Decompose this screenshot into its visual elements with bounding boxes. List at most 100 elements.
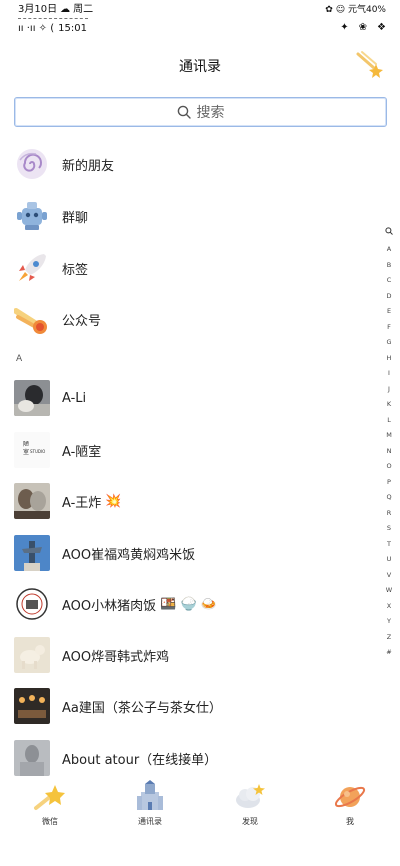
section-header: A (16, 354, 23, 364)
signal-star-icon: ✦ (340, 22, 349, 33)
search-bar[interactable]: 搜索 (14, 97, 387, 127)
tab-me[interactable]: 我 (320, 780, 380, 830)
index-letter[interactable]: F (387, 320, 391, 336)
battery-label: 元气40% (347, 5, 386, 15)
svg-text:陋: 陋 (23, 440, 29, 448)
index-letter[interactable]: H (387, 351, 392, 367)
status-divider (18, 18, 88, 19)
svg-text:STUDIO: STUDIO (30, 449, 45, 454)
sparkle-star-icon (34, 785, 65, 810)
index-letter[interactable]: Z (387, 630, 391, 646)
status-time: 15:01 (58, 23, 87, 34)
item-label: 新的朋友 (62, 158, 115, 174)
contact-name: AOO烨哥韩式炸鸡 (62, 649, 170, 665)
status-bar: 3月10日 ☁ 周二 ıı ·ıı ✧ ( 15:01 ✿ ☺ 元气40% ✦ … (0, 0, 400, 40)
index-letter[interactable]: W (386, 583, 392, 599)
index-letter[interactable]: X (387, 599, 391, 615)
index-letter[interactable]: U (387, 552, 392, 568)
contact-name: A-Li (62, 390, 87, 406)
index-letter[interactable]: P (387, 475, 391, 491)
contact-name: A-王炸 💥 (62, 493, 122, 511)
planet-icon (334, 786, 366, 808)
avatar (14, 483, 50, 519)
index-letter[interactable]: G (386, 335, 391, 351)
official-accounts-item[interactable]: 公众号 (0, 294, 375, 344)
index-letter[interactable]: R (387, 506, 392, 522)
contact-row[interactable]: 陋 室 STUDIO A-陋室 (0, 425, 375, 475)
index-letter[interactable]: Q (386, 490, 391, 506)
index-letter[interactable]: V (387, 568, 391, 584)
status-right: ✿ ☺ 元气40% ✦ ❀ ❖ (325, 3, 386, 35)
avatar (14, 380, 50, 416)
page-title: 通讯录 (179, 59, 221, 75)
contact-row[interactable]: AOO烨哥韩式炸鸡 (0, 630, 375, 680)
index-letter[interactable]: J (388, 382, 390, 398)
tab-wechat[interactable]: 微信 (20, 780, 80, 830)
new-friends-item[interactable]: 新的朋友 (0, 139, 375, 189)
tab-label: 我 (346, 817, 354, 826)
index-letter[interactable]: # (386, 645, 391, 661)
contact-row[interactable]: About atour（在线接单） (0, 733, 375, 783)
avatar (14, 740, 50, 776)
tab-bar: 微信 通讯录 发现 我 (0, 780, 400, 866)
status-left: 3月10日 ☁ 周二 ıı ·ıı ✧ ( 15:01 (18, 3, 93, 36)
avatar (14, 535, 50, 571)
comet-icon (14, 301, 50, 337)
avatar (14, 637, 50, 673)
index-search-icon[interactable] (385, 226, 393, 242)
index-letter[interactable]: E (387, 304, 391, 320)
contact-row[interactable]: A-王炸 💥 (0, 476, 375, 526)
robot-icon (14, 198, 50, 234)
rocket-icon (14, 250, 50, 286)
index-letter[interactable]: I (388, 366, 390, 382)
index-letter[interactable]: Y (387, 614, 391, 630)
tab-label: 通讯录 (138, 817, 162, 826)
index-letter[interactable]: N (387, 444, 392, 460)
contact-name: About atour（在线接单） (62, 752, 218, 768)
food-emoji-icons: 🍱 🍚 🍛 (160, 596, 217, 612)
smile-icon: ☺ (335, 5, 346, 15)
contact-row[interactable]: AOO崔福鸡黄焖鸡米饭 (0, 528, 375, 578)
contact-name: A-陋室 (62, 444, 102, 460)
search-icon (177, 105, 191, 119)
swirl-icon (14, 146, 50, 182)
tab-discover[interactable]: 发现 (220, 780, 280, 830)
index-letter[interactable]: O (386, 459, 391, 475)
cloud-star-icon (236, 784, 265, 808)
tab-contacts[interactable]: 通讯录 (120, 780, 180, 830)
contact-row[interactable]: Aa建国（茶公子与茶女仕） (0, 681, 375, 731)
shooting-star-icon[interactable] (354, 50, 384, 80)
contact-name: AOO崔福鸡黄焖鸡米饭 (62, 547, 196, 563)
avatar (14, 688, 50, 724)
explosion-icon: 💥 (105, 493, 122, 509)
group-chat-item[interactable]: 群聊 (0, 191, 375, 241)
tags-item[interactable]: 标签 (0, 243, 375, 293)
search-placeholder: 搜索 (196, 105, 225, 121)
contact-name: Aa建国（茶公子与茶女仕） (62, 700, 222, 716)
index-letter[interactable]: M (386, 428, 392, 444)
index-letter[interactable]: L (387, 413, 391, 429)
svg-text:室: 室 (23, 448, 29, 456)
alarm-icon: ❀ (358, 22, 368, 33)
settings-icon: ✿ (325, 5, 333, 15)
contact-name: AOO小林猪肉饭 🍱 🍚 🍛 (62, 596, 217, 614)
tab-label: 微信 (42, 817, 58, 826)
contact-row[interactable]: A-Li (0, 373, 375, 423)
alphabet-index[interactable]: A B C D E F G H I J K L M N O P Q R S T U V W X Y Z # (384, 226, 394, 661)
wifi-icon: ❖ (377, 22, 386, 33)
index-letter[interactable]: C (387, 273, 392, 289)
index-letter[interactable]: B (387, 258, 391, 274)
index-letter[interactable]: K (387, 397, 391, 413)
index-letter[interactable]: T (387, 537, 391, 553)
tab-label: 发现 (242, 817, 258, 826)
status-weekday: 周二 (73, 4, 94, 15)
header: 通讯录 (0, 48, 400, 84)
status-date: 3月10日 (18, 4, 58, 15)
contact-row[interactable]: AOO小林猪肉饭 🍱 🍚 🍛 (0, 579, 375, 629)
index-letter[interactable]: D (386, 289, 391, 305)
index-letter[interactable]: S (387, 521, 391, 537)
index-letter[interactable]: A (387, 242, 391, 258)
avatar: 陋 室 STUDIO (14, 432, 50, 468)
avatar (14, 586, 50, 622)
cloud-icon: ☁ (60, 4, 71, 15)
